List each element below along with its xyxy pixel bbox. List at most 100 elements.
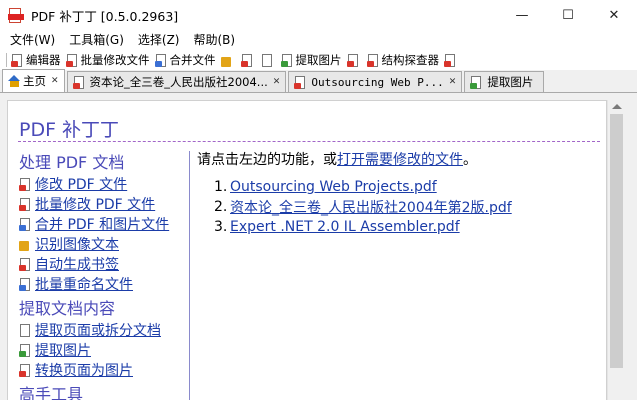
function-item[interactable]: 修改 PDF 文件 — [19, 174, 189, 194]
window-title: PDF 补丁丁 [0.5.0.2963] — [31, 9, 179, 24]
batch-modify-icon — [19, 197, 31, 211]
tab-home[interactable]: 主页 ✕ — [2, 69, 65, 92]
function-item[interactable]: 批量修改 PDF 文件 — [19, 194, 189, 214]
toolbar-grip — [6, 53, 7, 67]
recent-file-link[interactable]: Expert .NET 2.0 IL Assembler.pdf — [230, 219, 460, 235]
pdf-file-icon — [72, 75, 85, 89]
tab-outsourcing-label: Outsourcing Web P... — [311, 75, 444, 89]
extract-images-link[interactable]: 提取图片 — [35, 340, 91, 360]
menu-bar: 文件(W) 工具箱(G) 选择(Z) 帮助(B) — [0, 31, 637, 50]
menu-file[interactable]: 文件(W) — [3, 31, 62, 50]
pdf-edit-icon — [19, 177, 31, 191]
close-button[interactable]: ✕ — [591, 0, 637, 31]
function-item[interactable]: 批量重命名文件 — [19, 274, 189, 294]
recent-file-link[interactable]: Outsourcing Web Projects.pdf — [230, 179, 437, 195]
tab-extract-images-label: 提取图片 — [487, 75, 534, 89]
toolbar: 编辑器 批量修改文件 合并文件 提取图片 结构探查器 — [0, 50, 637, 70]
merge-icon — [154, 53, 167, 67]
convert-page-icon — [19, 363, 31, 377]
tab-capital[interactable]: 资本论_全三卷_人民出版社2004... ✕ — [66, 71, 287, 92]
home-icon — [8, 75, 21, 87]
function-item[interactable]: 转换页面为图片 — [19, 360, 189, 380]
instruction-suffix: 。 — [463, 152, 477, 168]
pdf-app-icon — [8, 7, 24, 24]
ocr-icon — [220, 54, 233, 67]
minimize-button[interactable]: — — [499, 0, 545, 31]
menu-toolbox[interactable]: 工具箱(G) — [62, 31, 131, 50]
doc-icon — [346, 53, 359, 67]
function-item[interactable]: 识别图像文本 — [19, 234, 189, 254]
extract-pages-link[interactable]: 提取页面或拆分文档 — [35, 320, 161, 340]
instruction-text: 请点击左边的功能，或打开需要修改的文件。 — [197, 151, 597, 169]
recent-file-number: 2. — [214, 199, 228, 215]
recent-file-item: 2. 资本论_全三卷_人民出版社2004年第2版.pdf — [197, 197, 597, 217]
doc-button[interactable] — [346, 53, 362, 67]
tab-outsourcing[interactable]: Outsourcing Web P... ✕ — [288, 71, 463, 92]
structure-icon — [366, 53, 379, 67]
tab-close-icon[interactable]: ✕ — [273, 77, 281, 87]
scrollbar-thumb[interactable] — [610, 114, 623, 368]
batch-modify-label: 批量修改文件 — [80, 53, 150, 67]
auto-bookmark-link[interactable]: 自动生成书签 — [35, 254, 119, 274]
tab-close-icon[interactable]: ✕ — [51, 76, 59, 86]
section-heading-advanced: 高手工具 — [19, 385, 84, 400]
menu-help[interactable]: 帮助(B) — [187, 31, 243, 50]
recent-files-list: 1. Outsourcing Web Projects.pdf 2. 资本论_全… — [197, 177, 597, 237]
extra-button[interactable] — [444, 53, 459, 67]
function-item[interactable]: 自动生成书签 — [19, 254, 189, 274]
function-item[interactable]: 提取图片 — [19, 340, 189, 360]
tab-capital-label: 资本论_全三卷_人民出版社2004... — [89, 75, 268, 89]
structure-button[interactable]: 结构探查器 — [366, 52, 439, 68]
batch-modify-button[interactable]: 批量修改文件 — [65, 52, 150, 68]
home-page: PDF 补丁丁 处理 PDF 文档 修改 PDF 文件 批量修改 PDF 文件 … — [7, 100, 607, 400]
bookmark-button[interactable] — [240, 53, 256, 67]
page-title: PDF 补丁丁 — [19, 119, 120, 141]
modify-pdf-link[interactable]: 修改 PDF 文件 — [35, 174, 127, 194]
tab-extract-images[interactable]: 提取图片 — [464, 71, 545, 92]
scroll-up-arrow-icon[interactable] — [612, 104, 622, 109]
section-heading-extract: 提取文档内容 — [19, 299, 116, 318]
function-pane: 处理 PDF 文档 修改 PDF 文件 批量修改 PDF 文件 合并 PDF 和… — [19, 151, 189, 400]
editor-button[interactable]: 编辑器 — [11, 52, 61, 68]
title-divider — [18, 141, 600, 142]
function-item[interactable]: 提取页面或拆分文档 — [19, 320, 189, 340]
tab-close-icon[interactable]: ✕ — [449, 77, 457, 87]
extract-image-icon — [280, 53, 293, 67]
menu-select[interactable]: 选择(Z) — [131, 31, 187, 50]
ocr-button[interactable] — [220, 54, 236, 67]
merge-label: 合并文件 — [169, 53, 216, 67]
page-icon — [261, 53, 273, 67]
ocr-link[interactable]: 识别图像文本 — [35, 234, 119, 254]
recent-file-item: 3. Expert .NET 2.0 IL Assembler.pdf — [197, 217, 597, 237]
page-icon — [19, 323, 31, 337]
extract-image-button[interactable]: 提取图片 — [280, 52, 342, 68]
recent-file-number: 1. — [214, 179, 228, 195]
open-file-link[interactable]: 打开需要修改的文件 — [337, 152, 463, 168]
bookmark-icon — [19, 257, 31, 271]
batch-rename-link[interactable]: 批量重命名文件 — [35, 274, 133, 294]
maximize-button[interactable]: ☐ — [545, 0, 591, 31]
window-frame — [625, 93, 637, 400]
recent-file-number: 3. — [214, 219, 228, 235]
recent-file-link[interactable]: 资本论_全三卷_人民出版社2004年第2版.pdf — [230, 197, 512, 217]
extra-icon — [444, 53, 456, 67]
merge-link[interactable]: 合并 PDF 和图片文件 — [35, 214, 169, 234]
merge-button[interactable]: 合并文件 — [154, 52, 216, 68]
batch-modify-link[interactable]: 批量修改 PDF 文件 — [35, 194, 155, 214]
batch-modify-icon — [65, 53, 78, 67]
function-item[interactable]: 合并 PDF 和图片文件 — [19, 214, 189, 234]
tab-home-label: 主页 — [23, 74, 46, 88]
section-heading-process: 处理 PDF 文档 — [19, 153, 125, 172]
page-button[interactable] — [261, 53, 276, 67]
vertical-scrollbar[interactable] — [607, 100, 625, 400]
convert-pages-link[interactable]: 转换页面为图片 — [35, 360, 133, 380]
pdf-edit-icon — [11, 53, 23, 67]
pane-divider — [189, 151, 190, 400]
pdf-file-icon — [294, 75, 306, 89]
rename-icon — [19, 277, 31, 291]
tab-strip: 主页 ✕ 资本论_全三卷_人民出版社2004... ✕ Outsourcing … — [0, 69, 637, 93]
instruction-prefix: 请点击左边的功能，或 — [197, 152, 337, 168]
extract-image-icon — [470, 75, 482, 89]
extract-image-label: 提取图片 — [295, 53, 342, 67]
ocr-icon — [19, 238, 31, 251]
